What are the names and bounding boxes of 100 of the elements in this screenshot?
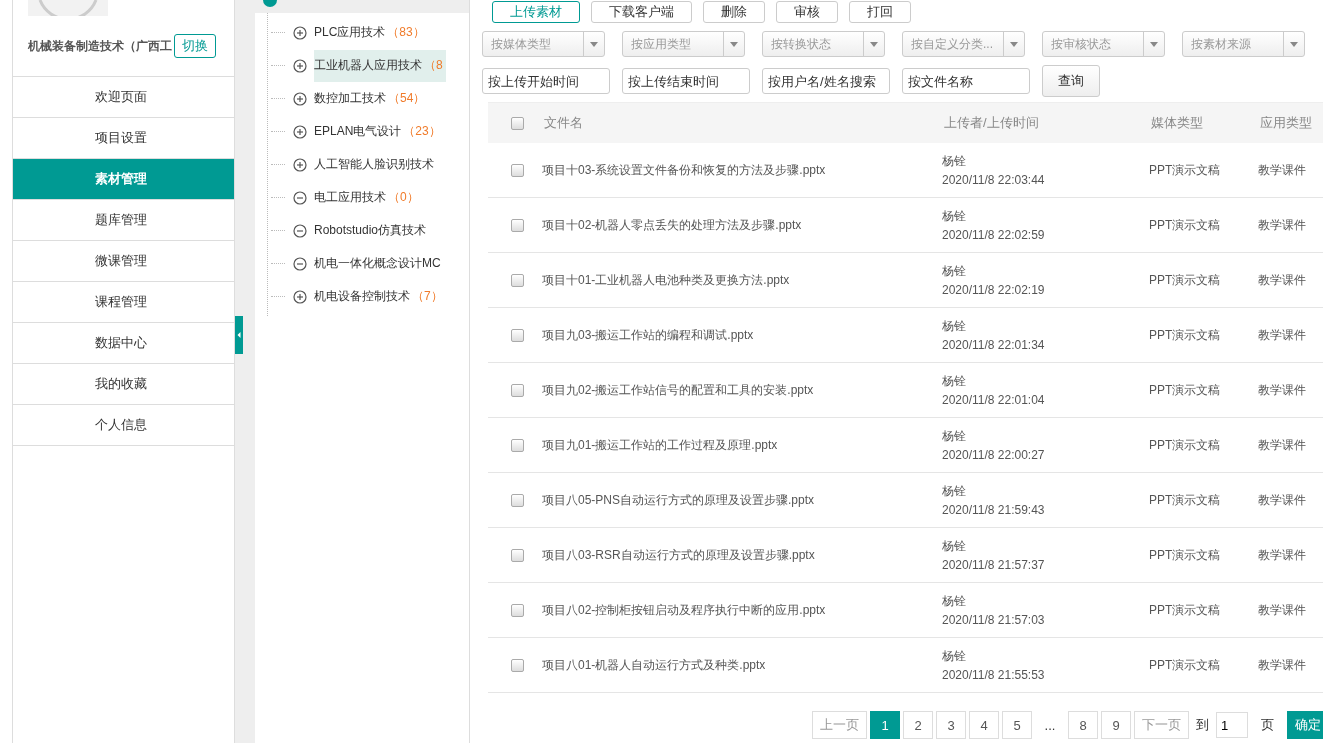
page-button[interactable]: 5 xyxy=(1002,711,1032,739)
search-field[interactable]: 按上传开始时间 xyxy=(482,68,610,94)
media-type: PPT演示文稿 xyxy=(1149,272,1221,287)
collapse-icon[interactable] xyxy=(293,256,307,271)
application-type: 教学课件 xyxy=(1258,382,1306,397)
media-type: PPT演示文稿 xyxy=(1149,162,1221,177)
file-name: 项目十03-系统设置文件备份和恢复的方法及步骤.pptx xyxy=(542,162,826,177)
row-checkbox[interactable] xyxy=(510,273,524,287)
row-checkbox[interactable] xyxy=(510,218,524,232)
row-checkbox[interactable] xyxy=(510,438,524,452)
toolbar-button[interactable]: 下载客户端 xyxy=(591,1,692,23)
upload-time: 2020/11/8 22:02:59 xyxy=(942,228,1046,242)
node-count: （54） xyxy=(388,90,426,107)
expand-icon[interactable] xyxy=(293,157,307,172)
collapse-icon[interactable] xyxy=(293,190,307,205)
page-unit-label: 页 xyxy=(1261,716,1274,734)
expand-icon[interactable] xyxy=(293,91,307,106)
toolbar-button[interactable]: 删除 xyxy=(703,1,765,23)
application-type: 教学课件 xyxy=(1258,327,1306,342)
collapse-icon[interactable] xyxy=(293,223,307,238)
uploader-name: 杨铨 xyxy=(942,208,967,225)
toolbar-button[interactable]: 上传素材 xyxy=(492,1,580,23)
file-name: 项目九03-搬运工作站的编程和调试.pptx xyxy=(542,327,754,342)
goto-label: 到 xyxy=(1196,716,1209,734)
tree-node[interactable]: EPLAN电气设计 （23） xyxy=(314,115,444,148)
upload-time: 2020/11/8 21:57:03 xyxy=(942,613,1046,627)
media-type: PPT演示文稿 xyxy=(1149,327,1221,342)
row-checkbox[interactable] xyxy=(510,603,524,617)
query-button[interactable]: 查询 xyxy=(1042,65,1100,97)
expand-icon[interactable] xyxy=(293,124,307,139)
file-name: 项目十02-机器人零点丢失的处理方法及步骤.pptx xyxy=(542,217,802,232)
search-field[interactable]: 按用户名/姓名搜索 xyxy=(762,68,890,94)
expand-icon[interactable] xyxy=(293,58,307,73)
tree-node[interactable]: 人工智能人脸识别技术 xyxy=(314,148,437,181)
application-type: 教学课件 xyxy=(1258,272,1306,287)
uploader-name: 杨铨 xyxy=(942,483,967,500)
uploader-name: 杨铨 xyxy=(942,373,967,390)
caret-icon xyxy=(1010,41,1018,47)
tree-node[interactable]: 机电一体化概念设计MC xyxy=(314,247,444,280)
uploader-name: 杨铨 xyxy=(942,538,967,555)
media-type: PPT演示文稿 xyxy=(1149,217,1221,232)
upload-time: 2020/11/8 22:03:44 xyxy=(942,173,1046,187)
row-checkbox[interactable] xyxy=(510,548,524,562)
page-button[interactable]: 2 xyxy=(903,711,933,739)
application-type: 教学课件 xyxy=(1258,492,1306,507)
page-button[interactable]: 4 xyxy=(969,711,999,739)
application-type: 教学课件 xyxy=(1258,657,1306,672)
page-button[interactable]: 3 xyxy=(936,711,966,739)
upload-time: 2020/11/8 22:00:27 xyxy=(942,448,1046,462)
tree-node[interactable]: 数控加工技术 （54） xyxy=(314,82,429,115)
node-label: PLC应用技术 xyxy=(314,24,386,41)
media-type: PPT演示文稿 xyxy=(1149,382,1221,397)
organization-name: 机械装备制造技术（广西工 xyxy=(28,37,172,55)
switch-button[interactable]: 切换 xyxy=(174,34,216,58)
row-checkbox[interactable] xyxy=(510,658,524,672)
avatar-icon xyxy=(28,0,108,16)
collapse-handle[interactable] xyxy=(235,316,243,354)
application-type: 教学课件 xyxy=(1258,162,1306,177)
row-checkbox[interactable] xyxy=(510,383,524,397)
caret-icon xyxy=(590,41,598,47)
tree-node[interactable]: PLC应用技术 （83） xyxy=(314,16,428,49)
node-label: 人工智能人脸识别技术 xyxy=(314,156,434,173)
tree-node[interactable]: 机电设备控制技术 （7） xyxy=(314,280,446,313)
tree-node[interactable]: Robotstudio仿真技术 xyxy=(314,214,430,247)
uploader-name: 杨铨 xyxy=(942,263,967,280)
nav-item[interactable]: 课程管理 xyxy=(13,282,234,323)
tree-node[interactable]: 电工应用技术 （0） xyxy=(314,181,422,214)
node-count: （7） xyxy=(412,288,443,305)
caret-icon xyxy=(1150,41,1158,47)
node-label: 电工应用技术 xyxy=(314,189,386,206)
select-all-checkbox[interactable] xyxy=(510,116,524,130)
node-label: 机电设备控制技术 xyxy=(314,288,410,305)
page-button[interactable]: 8 xyxy=(1068,711,1098,739)
tree-node[interactable]: 工业机器人应用技术 （8 xyxy=(314,49,446,82)
nav-item[interactable]: 欢迎页面 xyxy=(13,77,234,118)
nav-item[interactable]: 题库管理 xyxy=(13,200,234,241)
uploader-name: 杨铨 xyxy=(942,428,967,445)
toolbar-button[interactable]: 审核 xyxy=(776,1,838,23)
page-button[interactable]: 9 xyxy=(1101,711,1131,739)
nav-item[interactable]: 我的收藏 xyxy=(13,364,234,405)
row-checkbox[interactable] xyxy=(510,163,524,177)
upload-time: 2020/11/8 22:01:04 xyxy=(942,393,1046,407)
search-field[interactable]: 按文件名称 xyxy=(902,68,1030,94)
row-checkbox[interactable] xyxy=(510,328,524,342)
nav-item[interactable]: 数据中心 xyxy=(13,323,234,364)
nav-item[interactable]: 个人信息 xyxy=(13,405,234,446)
media-type: PPT演示文稿 xyxy=(1149,602,1221,617)
node-label: 工业机器人应用技术 xyxy=(314,57,422,74)
node-label: EPLAN电气设计 xyxy=(314,123,402,140)
node-count: （8 xyxy=(424,57,443,74)
expand-icon[interactable] xyxy=(293,289,307,304)
node-count: （0） xyxy=(388,189,419,206)
expand-icon[interactable] xyxy=(293,25,307,40)
search-field[interactable]: 按上传结束时间 xyxy=(622,68,750,94)
nav-item[interactable]: 微课管理 xyxy=(13,241,234,282)
node-count: （23） xyxy=(403,123,441,140)
row-checkbox[interactable] xyxy=(510,493,524,507)
toolbar-button[interactable]: 打回 xyxy=(849,1,911,23)
file-name: 项目九02-搬运工作站信号的配置和工具的安装.pptx xyxy=(542,382,814,397)
page-input[interactable]: 1 xyxy=(1216,712,1248,738)
